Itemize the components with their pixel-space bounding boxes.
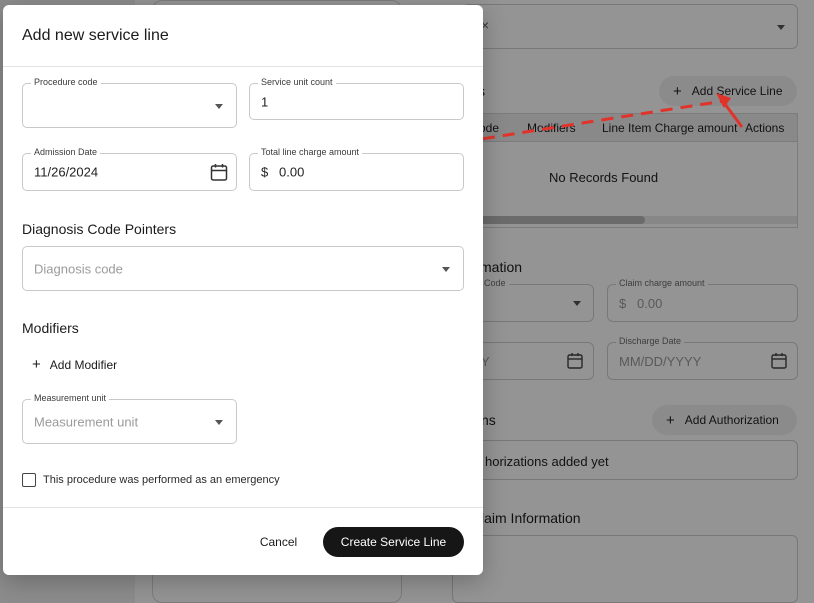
- add-service-line-dialog: Add new service line Procedure code Serv…: [3, 5, 483, 575]
- diagnosis-code-pointers-heading: Diagnosis Code Pointers: [22, 221, 177, 237]
- plus-icon: +: [32, 356, 41, 373]
- measurement-unit-placeholder: Measurement unit: [34, 414, 139, 429]
- diagnosis-code-placeholder: Diagnosis code: [34, 261, 123, 276]
- procedure-code-select[interactable]: Procedure code: [22, 77, 237, 128]
- add-modifier-button[interactable]: + Add Modifier: [32, 357, 117, 372]
- modifiers-heading: Modifiers: [22, 320, 79, 336]
- currency-symbol: $: [261, 164, 269, 180]
- add-modifier-label: Add Modifier: [49, 357, 118, 372]
- cancel-button[interactable]: Cancel: [243, 527, 314, 557]
- calendar-icon[interactable]: [210, 163, 228, 181]
- emergency-checkbox-label: This procedure was performed as an emerg…: [43, 474, 280, 486]
- measurement-unit-select[interactable]: Measurement unit Measurement unit: [22, 393, 237, 444]
- header-divider: [3, 66, 483, 67]
- diagnosis-code-select[interactable]: Diagnosis code: [22, 246, 464, 291]
- footer-divider: [3, 507, 483, 508]
- create-service-line-button[interactable]: Create Service Line: [323, 527, 464, 557]
- admission-date-label: Admission Date: [31, 147, 101, 157]
- chevron-down-icon: [215, 419, 223, 425]
- total-line-charge-value: 0.00: [279, 164, 305, 180]
- emergency-checkbox-row[interactable]: This procedure was performed as an emerg…: [22, 473, 280, 487]
- dialog-title: Add new service line: [22, 27, 169, 44]
- measurement-unit-label: Measurement unit: [31, 393, 110, 403]
- total-line-charge-amount-field[interactable]: Total line charge amount $ 0.00: [249, 147, 464, 191]
- service-unit-count-value: 1: [261, 94, 269, 109]
- service-unit-count-field[interactable]: Service unit count 1: [249, 77, 464, 120]
- chevron-down-icon: [442, 266, 450, 272]
- admission-date-value: 11/26/2024: [34, 164, 99, 180]
- procedure-code-label: Procedure code: [31, 77, 101, 87]
- total-line-charge-label: Total line charge amount: [258, 147, 363, 157]
- emergency-checkbox[interactable]: [22, 473, 36, 487]
- admission-date-field[interactable]: Admission Date 11/26/2024: [22, 147, 237, 191]
- service-unit-count-label: Service unit count: [258, 77, 336, 87]
- chevron-down-icon: [215, 103, 223, 109]
